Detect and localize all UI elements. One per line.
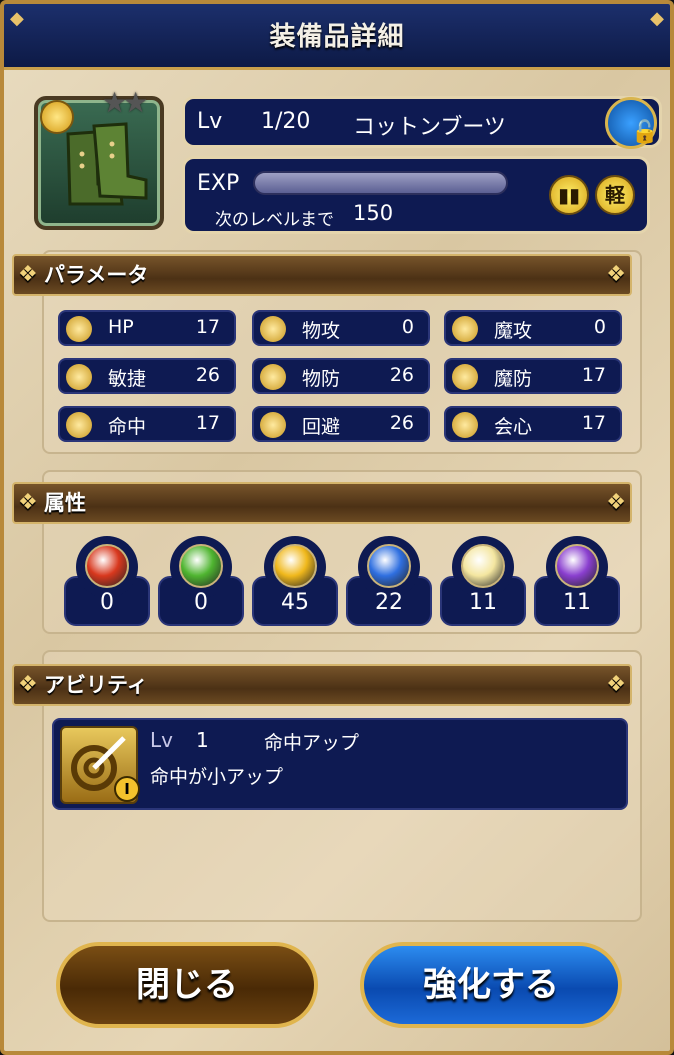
exp-progress-bar: [253, 171, 508, 195]
stat-name: 敏捷: [108, 368, 147, 390]
stat-2: 物攻 0: [252, 310, 430, 346]
star-icon: ★: [123, 86, 148, 119]
next-level-label: 次のレベルまで: [215, 210, 334, 230]
ability-rank-badge: I: [114, 776, 140, 802]
stat-value: 26: [195, 364, 220, 386]
stat-name: 物攻: [302, 320, 341, 342]
page-title: 装備品詳細: [269, 22, 405, 52]
thunder-orb-icon: [273, 544, 317, 588]
element-value: 11: [563, 590, 591, 615]
ability-heading: ❖ アビリティ ❖: [12, 664, 632, 706]
stat-6: 魔防 17: [444, 358, 622, 394]
upgrade-button[interactable]: 強化する: [360, 942, 622, 1028]
stat-3: 魔攻 0: [444, 310, 622, 346]
ornament-icon: ❖: [18, 672, 38, 697]
stat-value: 17: [581, 364, 606, 386]
ability-row[interactable]: I Lv 1 命中アップ 命中が小アップ: [52, 718, 628, 810]
stat-8: 回避 26: [252, 406, 430, 442]
ability-heading-label: アビリティ: [44, 673, 148, 697]
shield-icon: [260, 364, 286, 390]
element-value: 11: [469, 590, 497, 615]
magic-shield-icon: [452, 364, 478, 390]
stat-value: 0: [401, 316, 414, 338]
sword-icon: [260, 316, 286, 342]
level-name-bar: Lv 1/20 コットンブーツ 🔓: [182, 96, 662, 149]
corner-ornament-icon: ◆: [10, 8, 24, 29]
wing-boot-icon: [66, 364, 92, 390]
target-icon: [66, 412, 92, 438]
lock-icon: 🔓: [631, 120, 659, 145]
ability-description: 命中が小アップ: [150, 766, 284, 788]
parameters-heading: ❖ パラメータ ❖: [12, 254, 632, 296]
stat-name: 会心: [494, 416, 533, 438]
stat-name: 命中: [108, 416, 147, 438]
stat-value: 26: [389, 364, 414, 386]
fist-icon: [452, 412, 478, 438]
ice-orb-icon: [367, 544, 411, 588]
element-value: 45: [281, 590, 309, 615]
ability-name: 命中アップ: [264, 732, 360, 754]
ability-level-label: Lv: [150, 728, 173, 752]
close-button[interactable]: 閉じる: [56, 942, 318, 1028]
stat-name: 魔攻: [494, 320, 533, 342]
stat-value: 26: [389, 412, 414, 434]
wind-orb-icon: [179, 544, 223, 588]
stat-name: 魔防: [494, 368, 533, 390]
next-level-exp: 150: [353, 201, 394, 225]
rarity-icon: [40, 100, 74, 134]
stat-1: HP 17: [58, 310, 236, 346]
stat-value: 17: [581, 412, 606, 434]
element-slot: 45: [252, 536, 338, 626]
equipment-detail-window: ◆ 装備品詳細 ◆ ★★ Lv 1/20 コットンブーツ 🔓 EXP 次のレベル…: [0, 0, 674, 1055]
element-value: 22: [375, 590, 403, 615]
level-label: Lv: [197, 109, 223, 134]
exp-panel: EXP 次のレベルまで 150 ▮▮ 軽: [182, 156, 650, 234]
stat-name: 物防: [302, 368, 341, 390]
stat-9: 会心 17: [444, 406, 622, 442]
ornament-icon: ❖: [606, 672, 626, 697]
exp-label: EXP: [197, 171, 240, 196]
corner-ornament-icon: ◆: [650, 8, 664, 29]
header: ◆ 装備品詳細 ◆: [4, 4, 670, 70]
level-value: 1/20: [261, 109, 311, 134]
stat-value: 17: [195, 316, 220, 338]
attributes-heading-label: 属性: [44, 491, 86, 515]
staff-icon: [452, 316, 478, 342]
stat-value: 17: [195, 412, 220, 434]
light-orb-icon: [461, 544, 505, 588]
heart-icon: [66, 316, 92, 342]
stat-7: 命中 17: [58, 406, 236, 442]
star-icon: ★: [102, 86, 127, 119]
ability-level: 1: [196, 728, 209, 752]
dark-orb-icon: [555, 544, 599, 588]
weight-badge: 軽: [595, 175, 635, 215]
accuracy-ability-icon: I: [60, 726, 140, 804]
rarity-stars: ★★: [102, 86, 148, 119]
dodge-icon: [260, 412, 286, 438]
stat-name: HP: [108, 316, 134, 338]
element-slot: 11: [534, 536, 620, 626]
element-value: 0: [194, 590, 208, 615]
item-name: コットンブーツ: [353, 115, 506, 140]
attributes-heading: ❖ 属性 ❖: [12, 482, 632, 524]
stat-5: 物防 26: [252, 358, 430, 394]
ornament-icon: ❖: [18, 490, 38, 515]
parameters-heading-label: パラメータ: [44, 263, 149, 287]
ornament-icon: ❖: [18, 262, 38, 287]
element-slot: 22: [346, 536, 432, 626]
boots-type-icon: ▮▮: [549, 175, 589, 215]
lock-button[interactable]: 🔓: [605, 97, 658, 149]
element-value: 0: [100, 590, 114, 615]
element-slot: 0: [158, 536, 244, 626]
ornament-icon: ❖: [606, 262, 626, 287]
element-slot: 0: [64, 536, 150, 626]
stat-4: 敏捷 26: [58, 358, 236, 394]
ornament-icon: ❖: [606, 490, 626, 515]
fire-orb-icon: [85, 544, 129, 588]
element-slot: 11: [440, 536, 526, 626]
stat-value: 0: [593, 316, 606, 338]
stat-name: 回避: [302, 416, 341, 438]
